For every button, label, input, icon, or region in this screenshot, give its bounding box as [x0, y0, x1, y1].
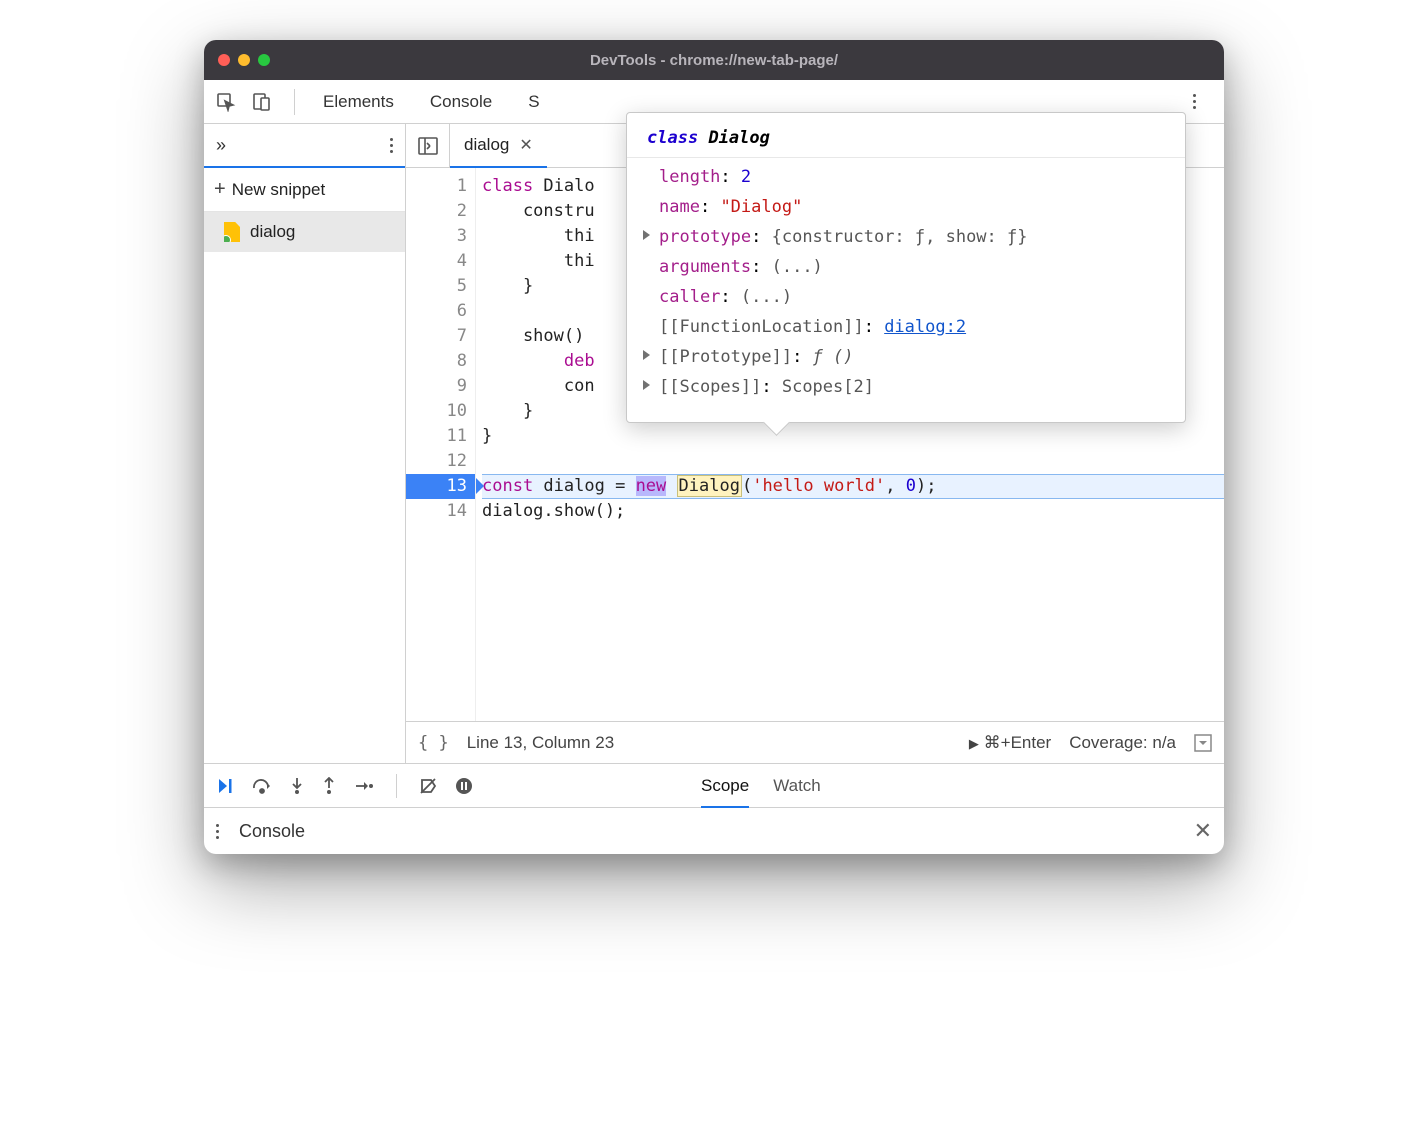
devtools-window: DevTools - chrome://new-tab-page/ Elemen… — [204, 40, 1224, 854]
snippets-sidebar: » + New snippet dialog — [204, 124, 406, 763]
popup-property-row[interactable]: length: 2 — [659, 162, 1165, 192]
execution-line[interactable]: const dialog = new Dialog('hello world',… — [482, 474, 1224, 499]
toolbar-separator — [294, 89, 295, 115]
snippet-item-label: dialog — [250, 222, 295, 242]
popup-property-row[interactable]: name: "Dialog" — [659, 192, 1165, 222]
close-drawer-icon[interactable]: ✕ — [1194, 818, 1212, 844]
sidebar-more-menu[interactable] — [390, 138, 393, 153]
snippet-file-icon — [224, 222, 240, 242]
expand-icon[interactable] — [643, 350, 655, 360]
line-gutter: 1234 5678 9101112 13 14 — [406, 168, 476, 721]
popup-property-row[interactable]: caller: (...) — [659, 282, 1165, 312]
popup-property-row[interactable]: arguments: (...) — [659, 252, 1165, 282]
popup-property-row[interactable]: [[Prototype]]: ƒ () — [659, 342, 1165, 372]
plus-icon: + — [214, 178, 226, 201]
tab-sources-partial[interactable]: S — [510, 80, 557, 124]
tab-console[interactable]: Console — [412, 80, 510, 124]
cursor-position: Line 13, Column 23 — [467, 733, 614, 753]
popup-header: class Dialog — [627, 117, 1185, 158]
property-value: 2 — [741, 167, 751, 187]
property-key: prototype — [659, 227, 751, 247]
pretty-print-button[interactable]: { } — [418, 733, 449, 753]
property-value: "Dialog" — [720, 197, 802, 217]
run-snippet-button[interactable]: ▶ ⌘+Enter — [969, 733, 1051, 753]
tab-scope[interactable]: Scope — [701, 776, 749, 808]
property-value[interactable]: dialog:2 — [884, 317, 966, 337]
console-drawer: Console ✕ — [204, 808, 1224, 854]
new-snippet-label: New snippet — [232, 180, 326, 200]
editor-tab-label: dialog — [464, 135, 509, 155]
property-value: Scopes[2] — [782, 377, 874, 397]
step-over-button[interactable] — [252, 778, 272, 794]
console-drawer-label[interactable]: Console — [239, 821, 305, 842]
deactivate-breakpoints-button[interactable] — [419, 777, 437, 795]
inspect-element-icon[interactable] — [212, 88, 240, 116]
window-titlebar: DevTools - chrome://new-tab-page/ — [204, 40, 1224, 80]
property-value: (...) — [772, 257, 823, 277]
tab-elements[interactable]: Elements — [305, 80, 412, 124]
property-value: {constructor: ƒ, show: ƒ} — [772, 227, 1028, 247]
close-tab-icon[interactable]: ✕ — [519, 135, 532, 155]
debugger-sidepanel-tabs: Scope Watch — [701, 776, 821, 796]
editor-status-bar: { } Line 13, Column 23 ▶ ⌘+Enter Coverag… — [406, 721, 1224, 763]
property-value: (...) — [741, 287, 792, 307]
sidebar-header: » — [204, 124, 405, 168]
device-toolbar-icon[interactable] — [248, 88, 276, 116]
pause-on-exceptions-button[interactable] — [455, 777, 473, 795]
console-more-menu[interactable] — [216, 824, 219, 839]
popup-property-row[interactable]: [[Scopes]]: Scopes[2] — [659, 372, 1165, 402]
property-key: [[FunctionLocation]] — [659, 317, 864, 337]
property-key: caller — [659, 287, 720, 307]
property-key: [[Prototype]] — [659, 347, 792, 367]
popup-body[interactable]: length: 2name: "Dialog"prototype: {const… — [627, 158, 1185, 402]
property-key: length — [659, 167, 720, 187]
resume-button[interactable] — [216, 777, 234, 795]
debugger-toolbar: Scope Watch — [204, 764, 1224, 808]
property-key: arguments — [659, 257, 751, 277]
expand-icon[interactable] — [643, 230, 655, 240]
step-button[interactable] — [354, 779, 374, 793]
window-title: DevTools - chrome://new-tab-page/ — [204, 52, 1224, 69]
toggle-navigator-icon[interactable] — [406, 124, 450, 168]
property-key: name — [659, 197, 700, 217]
expand-panes-icon[interactable]: » — [216, 135, 226, 156]
object-preview-popup: class Dialog length: 2name: "Dialog"prot… — [626, 112, 1186, 423]
play-icon: ▶ — [969, 736, 979, 751]
settings-menu-button[interactable] — [1180, 88, 1208, 116]
editor-tab-dialog[interactable]: dialog ✕ — [450, 124, 547, 168]
editor-overflow-icon[interactable] — [1194, 734, 1212, 752]
new-snippet-button[interactable]: + New snippet — [204, 168, 405, 212]
popup-property-row[interactable]: prototype: {constructor: ƒ, show: ƒ} — [659, 222, 1165, 252]
debugger-separator — [396, 774, 397, 798]
property-value: ƒ () — [813, 347, 854, 367]
property-key: [[Scopes]] — [659, 377, 761, 397]
hovered-token-dialog[interactable]: Dialog — [677, 475, 742, 497]
expand-icon[interactable] — [643, 380, 655, 390]
breakpoint-line-13[interactable]: 13 — [406, 474, 475, 499]
popup-property-row[interactable]: [[FunctionLocation]]: dialog:2 — [659, 312, 1165, 342]
step-out-button[interactable] — [322, 777, 336, 795]
snippet-item-dialog[interactable]: dialog — [204, 212, 405, 252]
coverage-label: Coverage: n/a — [1069, 733, 1176, 753]
step-into-button[interactable] — [290, 777, 304, 795]
tab-watch[interactable]: Watch — [773, 776, 821, 796]
